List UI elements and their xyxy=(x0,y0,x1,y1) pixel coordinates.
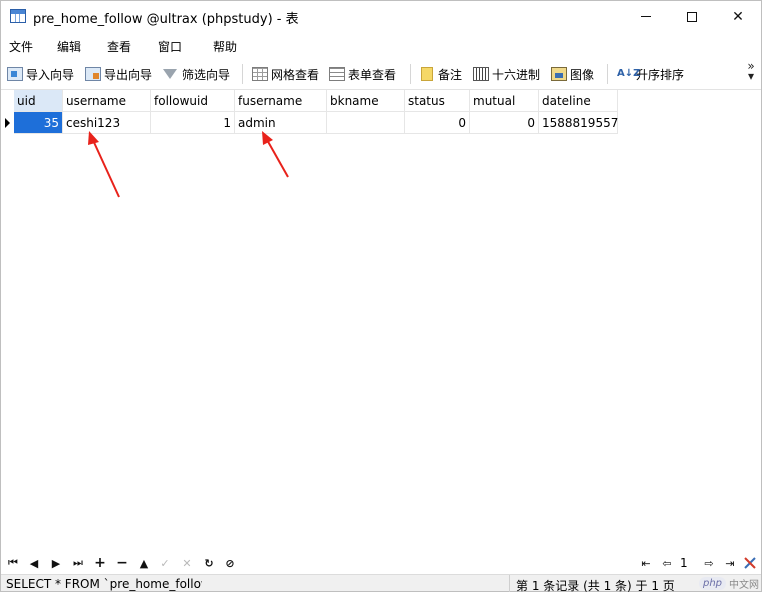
maximize-icon xyxy=(687,11,697,22)
hex-icon xyxy=(473,67,489,81)
record-navigation-bar: ⏮ ◀ ▶ ⏭ + − ▲ ✓ ✕ ↻ ⊘ ⇤ ⇦ 1 ⇨ ⇥ xyxy=(1,552,761,574)
close-icon: ✕ xyxy=(732,8,744,25)
stop-button[interactable]: ⊘ xyxy=(222,556,238,570)
cell-uid[interactable]: 35 xyxy=(14,112,63,134)
first-record-button[interactable]: ⏮ xyxy=(5,556,21,570)
export-wizard-label: 导出向导 xyxy=(104,67,153,82)
page-number-input[interactable]: 1 xyxy=(677,555,699,571)
menu-window[interactable]: 窗口 xyxy=(158,38,182,55)
chevron-down-icon: ▾ xyxy=(747,69,755,83)
column-header-followuid[interactable]: followuid xyxy=(151,90,235,112)
cell-bkname[interactable] xyxy=(327,112,405,134)
toolbar-overflow-button[interactable]: » ▾ xyxy=(745,60,757,83)
image-icon xyxy=(551,67,567,81)
export-icon xyxy=(85,67,101,81)
title-bar: pre_home_follow @ultrax (phpstudy) - 表 ✕ xyxy=(1,1,761,32)
form-view-label: 表单查看 xyxy=(348,67,397,82)
image-label: 图像 xyxy=(570,67,595,82)
import-wizard-label: 导入向导 xyxy=(26,67,75,82)
maximize-button[interactable] xyxy=(669,1,715,32)
table-window: pre_home_follow @ultrax (phpstudy) - 表 ✕… xyxy=(0,0,762,593)
cell-followuid[interactable]: 1 xyxy=(151,112,235,134)
menu-bar: 文件 编辑 查看 窗口 帮助 xyxy=(1,32,761,59)
column-header-uid[interactable]: uid xyxy=(14,90,63,112)
tools-button[interactable] xyxy=(742,556,758,570)
up-button[interactable]: ▲ xyxy=(136,556,152,570)
minimize-button[interactable] xyxy=(623,1,669,32)
sort-ascending-label: 升序排序 xyxy=(636,67,685,82)
cell-fusername[interactable]: admin xyxy=(235,112,327,134)
menu-file[interactable]: 文件 xyxy=(9,38,33,55)
add-record-button[interactable]: + xyxy=(92,555,108,571)
import-icon xyxy=(7,67,23,81)
filter-icon xyxy=(163,69,177,79)
next-record-button[interactable]: ▶ xyxy=(48,556,64,570)
window-title: pre_home_follow @ultrax (phpstudy) - 表 xyxy=(33,12,299,27)
sort-ascending-icon: A↓Z xyxy=(617,68,641,79)
menu-help[interactable]: 帮助 xyxy=(213,38,237,55)
toolbar: 导入向导 导出向导 筛选向导 网格查看 表单查看 备注 十六进制 图像 A↓Z … xyxy=(1,59,761,90)
import-wizard-button[interactable]: 导入向导 xyxy=(7,65,74,83)
status-sql-text: SELECT * FROM `pre_home_follow xyxy=(6,577,202,591)
column-header-fusername[interactable]: fusername xyxy=(235,90,327,112)
menu-edit[interactable]: 编辑 xyxy=(57,38,81,55)
filter-wizard-label: 筛选向导 xyxy=(182,67,231,82)
memo-button[interactable]: 备注 xyxy=(419,65,462,83)
toolbar-separator xyxy=(410,64,411,84)
column-header-mutual[interactable]: mutual xyxy=(470,90,539,112)
filter-wizard-button[interactable]: 筛选向导 xyxy=(162,65,230,83)
image-button[interactable]: 图像 xyxy=(551,65,594,83)
watermark-text: 中文网 xyxy=(729,580,760,591)
grid-view-button[interactable]: 网格查看 xyxy=(252,65,319,83)
table-app-icon xyxy=(10,9,26,23)
sort-ascending-button[interactable]: A↓Z 升序排序 xyxy=(617,65,684,83)
hex-label: 十六进制 xyxy=(492,67,541,82)
cell-mutual[interactable]: 0 xyxy=(470,112,539,134)
export-wizard-button[interactable]: 导出向导 xyxy=(85,65,152,83)
annotation-arrow-fusername xyxy=(262,131,289,178)
toolbar-separator xyxy=(607,64,608,84)
last-page-button[interactable]: ⇥ xyxy=(722,556,738,570)
watermark: php 中文网 xyxy=(699,576,759,591)
form-view-button[interactable]: 表单查看 xyxy=(329,65,396,83)
form-icon xyxy=(329,67,345,81)
annotation-arrows xyxy=(88,131,289,198)
grid-view-label: 网格查看 xyxy=(271,67,320,82)
watermark-logo: php xyxy=(699,577,727,590)
cell-dateline[interactable]: 1588819557 xyxy=(539,112,618,134)
memo-icon xyxy=(421,67,433,81)
hex-button[interactable]: 十六进制 xyxy=(473,65,540,83)
close-button[interactable]: ✕ xyxy=(715,1,761,32)
column-header-bkname[interactable]: bkname xyxy=(327,90,405,112)
discard-changes-button[interactable]: ✕ xyxy=(179,556,195,570)
refresh-button[interactable]: ↻ xyxy=(201,556,217,570)
status-bar: SELECT * FROM `pre_home_follow 第 1 条记录 (… xyxy=(1,574,761,593)
annotation-arrow-username xyxy=(88,131,120,198)
column-header-status[interactable]: status xyxy=(405,90,470,112)
prev-page-button[interactable]: ⇦ xyxy=(659,556,675,570)
column-header-username[interactable]: username xyxy=(63,90,151,112)
next-page-button[interactable]: ⇨ xyxy=(701,556,717,570)
cell-username[interactable]: ceshi123 xyxy=(63,112,151,134)
column-header-dateline[interactable]: dateline xyxy=(539,90,618,112)
toolbar-separator xyxy=(242,64,243,84)
first-page-button[interactable]: ⇤ xyxy=(638,556,654,570)
grid-icon xyxy=(252,67,268,81)
memo-label: 备注 xyxy=(438,67,463,82)
apply-changes-button[interactable]: ✓ xyxy=(157,556,173,570)
prev-record-button[interactable]: ◀ xyxy=(26,556,42,570)
status-divider xyxy=(509,575,510,592)
data-grid: uid username followuid fusername bkname … xyxy=(1,90,761,552)
current-row-indicator-icon xyxy=(1,112,14,134)
cell-status[interactable]: 0 xyxy=(405,112,470,134)
status-record-info: 第 1 条记录 (共 1 条) 于 1 页 xyxy=(516,579,675,593)
minimize-icon xyxy=(641,16,651,17)
delete-record-button[interactable]: − xyxy=(114,555,130,571)
last-record-button[interactable]: ⏭ xyxy=(70,556,86,570)
wrench-icon xyxy=(744,557,756,569)
menu-view[interactable]: 查看 xyxy=(107,38,131,55)
